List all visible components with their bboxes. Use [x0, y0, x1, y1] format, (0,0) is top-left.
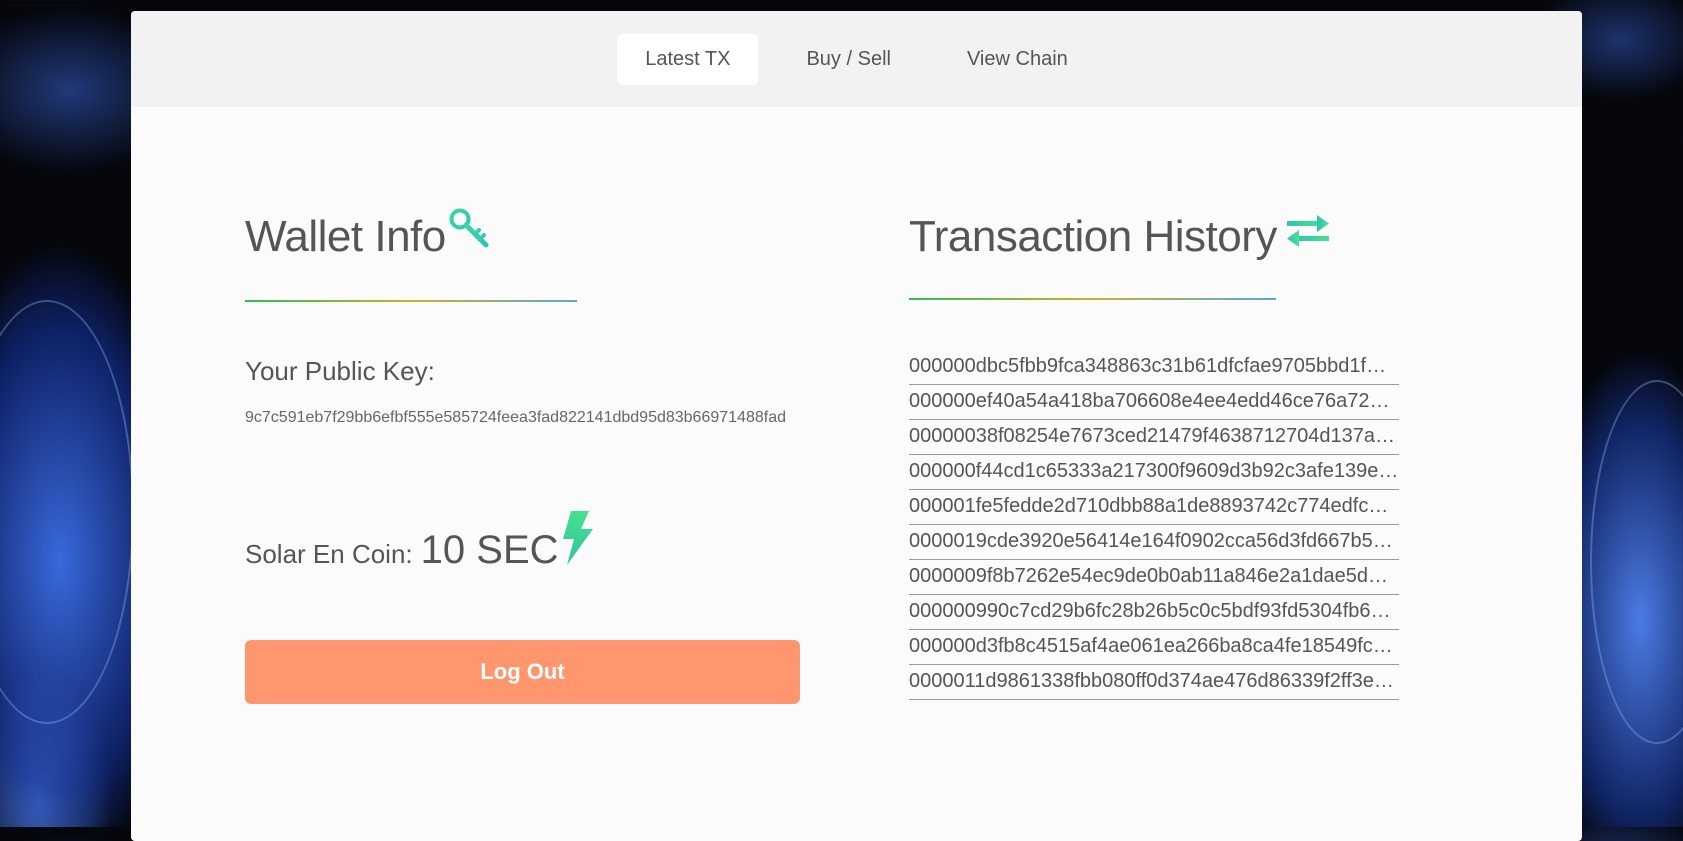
history-title-underline [909, 298, 1276, 300]
transaction-row[interactable]: 000000f44cd1c65333a217300f9609d3b92c3afe… [909, 455, 1399, 490]
transaction-history-section: Transaction History 000000dbc5fbb9fca348… [909, 211, 1409, 700]
transaction-row[interactable]: 000000990c7cd29b6fc28b26b5c0c5bdf93fd530… [909, 595, 1399, 630]
wallet-info-section: Wallet Info Your Public Key: 9c7c591eb7f… [245, 208, 805, 704]
coin-label: Solar En Coin: [245, 539, 413, 569]
transaction-row[interactable]: 000000dbc5fbb9fca348863c31b61dfcfae9705b… [909, 350, 1399, 385]
wallet-info-title-text: Wallet Info [245, 211, 446, 261]
transaction-history-title: Transaction History [909, 211, 1409, 262]
logout-button[interactable]: Log Out [245, 640, 800, 704]
lightning-icon [561, 511, 593, 570]
public-key-value: 9c7c591eb7f29bb6efbf555e585724feea3fad82… [245, 409, 786, 426]
transaction-row[interactable]: 0000009f8b7262e54ec9de0b0ab11a846e2a1dae… [909, 560, 1399, 595]
transaction-list: 000000dbc5fbb9fca348863c31b61dfcfae9705b… [909, 350, 1399, 700]
wallet-title-underline [245, 300, 577, 302]
wallet-info-title: Wallet Info [245, 208, 805, 262]
tab-buy-sell[interactable]: Buy / Sell [778, 34, 918, 85]
public-key-label: Your Public Key: [245, 356, 435, 386]
main-panel: Latest TX Buy / Sell View Chain Wallet I… [131, 11, 1582, 841]
transaction-row[interactable]: 000001fe5fedde2d710dbb88a1de8893742c774e… [909, 490, 1399, 525]
transaction-row[interactable]: 0000019cde3920e56414e164f0902cca56d3fd66… [909, 525, 1399, 560]
transaction-row[interactable]: 000000d3fb8c4515af4ae061ea266ba8ca4fe185… [909, 630, 1399, 665]
exchange-arrows-icon [1285, 211, 1331, 262]
background-sphere-right [1590, 380, 1683, 744]
coin-balance: 10 SEC [420, 528, 559, 572]
top-navigation: Latest TX Buy / Sell View Chain [131, 11, 1582, 107]
background-sphere-left [0, 300, 134, 724]
transaction-history-title-text: Transaction History [909, 211, 1277, 261]
key-icon [448, 207, 492, 262]
tab-latest-tx[interactable]: Latest TX [617, 33, 759, 85]
tab-view-chain[interactable]: View Chain [939, 34, 1096, 85]
coin-balance-row: Solar En Coin: 10 SEC [245, 511, 805, 570]
transaction-row[interactable]: 00000038f08254e7673ced21479f4638712704d1… [909, 420, 1399, 455]
transaction-row[interactable]: 000000ef40a54a418ba706608e4ee4edd46ce76a… [909, 385, 1399, 420]
transaction-row[interactable]: 0000011d9861338fbb080ff0d374ae476d86339f… [909, 665, 1399, 700]
